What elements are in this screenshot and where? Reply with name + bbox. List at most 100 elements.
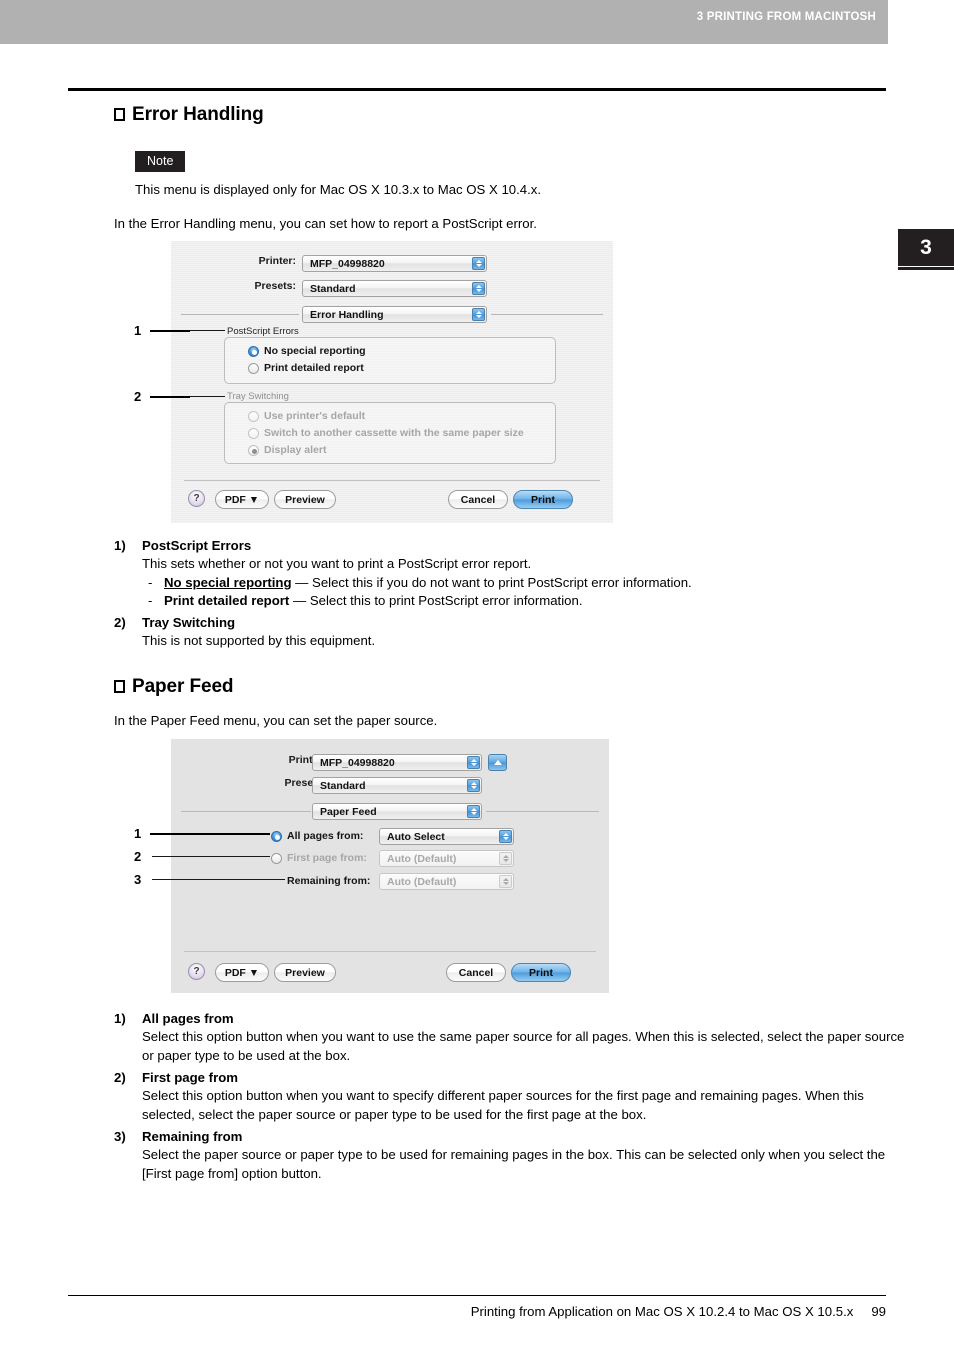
list-title: First page from <box>142 1070 238 1085</box>
heading-paper-feed-label: Paper Feed <box>132 676 234 697</box>
presets-popup[interactable]: Standard <box>312 777 482 794</box>
help-button[interactable]: ? <box>188 490 205 507</box>
print-button-label: Print <box>531 493 555 506</box>
list-body: This sets whether or not you want to pri… <box>142 555 902 611</box>
radio-label: Switch to another cassette with the same… <box>264 427 524 439</box>
sub-dash: - <box>148 593 153 608</box>
callout-number-3: 3 <box>134 872 142 887</box>
pdf-button[interactable]: PDF ▼ <box>215 963 269 982</box>
error-handling-intro: In the Error Handling menu, you can set … <box>114 216 537 231</box>
radio-icon-selected[interactable] <box>271 830 282 842</box>
callout-number-2: 2 <box>134 849 142 864</box>
callout-line-1 <box>150 833 270 835</box>
stepper-icon <box>499 875 512 888</box>
presets-popup[interactable]: Standard <box>302 280 487 297</box>
dialog-divider <box>184 951 596 952</box>
help-button-label: ? <box>193 966 200 977</box>
radio-icon-disabled <box>248 410 259 422</box>
preview-button[interactable]: Preview <box>274 963 336 982</box>
printer-popup[interactable]: MFP_04998820 <box>312 754 482 771</box>
dialog-divider <box>184 480 600 481</box>
group-title-tray-switching: Tray Switching <box>227 391 289 402</box>
radio-label: No special reporting <box>264 345 366 357</box>
group-title-postscript-errors: PostScript Errors <box>227 326 299 337</box>
stepper-icon[interactable] <box>499 830 512 843</box>
stepper-icon[interactable] <box>472 308 485 321</box>
stepper-icon[interactable] <box>472 257 485 270</box>
cancel-button[interactable]: Cancel <box>448 490 508 509</box>
triangle-up-icon <box>493 760 502 765</box>
help-button[interactable]: ? <box>188 963 205 980</box>
radio-use-printers-default: Use printer's default <box>248 410 365 422</box>
help-button-label: ? <box>193 493 200 504</box>
pdf-button[interactable]: PDF ▼ <box>215 490 269 509</box>
print-button[interactable]: Print <box>511 963 571 982</box>
radio-label: Print detailed report <box>264 362 364 374</box>
pdf-button-label: PDF ▼ <box>224 966 260 979</box>
sub-rest: — Select this to print PostScript error … <box>289 593 583 608</box>
print-dialog-error-handling[interactable]: Printer: MFP_04998820 Presets: Standard … <box>171 241 613 523</box>
list-body-text: This is not supported by this equipment. <box>142 633 376 648</box>
all-pages-source-popup[interactable]: Auto Select <box>379 828 514 845</box>
list-title: PostScript Errors <box>142 538 252 553</box>
chapter-thumb-tab: 3 <box>898 229 954 266</box>
callout-number-1: 1 <box>134 826 142 841</box>
print-dialog-paper-feed[interactable]: Printer: MFP_04998820 Presets: Standard … <box>171 739 609 993</box>
callout-number-2: 2 <box>134 389 142 404</box>
remaining-source-value: Auto (Default) <box>387 875 457 888</box>
cancel-button[interactable]: Cancel <box>446 963 506 982</box>
note-text: This menu is displayed only for Mac OS X… <box>135 182 542 197</box>
stepper-icon[interactable] <box>467 756 480 769</box>
pane-popup[interactable]: Error Handling <box>302 306 487 323</box>
radio-display-alert: Display alert <box>248 444 326 456</box>
callout-line-2 <box>152 856 270 857</box>
list-number: 1) <box>114 538 126 553</box>
heading-error-handling: Error Handling <box>114 104 264 126</box>
heading-error-handling-label: Error Handling <box>132 104 264 125</box>
radio-all-pages-from[interactable]: All pages from: <box>271 830 363 842</box>
stepper-icon <box>499 852 512 865</box>
section-top-rule <box>68 88 886 91</box>
pane-popup-value: Paper Feed <box>320 805 377 818</box>
chapter-thumb-tab-rule <box>898 267 954 270</box>
page-running-header: 3 PRINTING FROM MACINTOSH <box>0 0 888 44</box>
list-body: Select this option button when you want … <box>142 1088 864 1122</box>
pdf-button-label: PDF ▼ <box>224 493 260 506</box>
print-button[interactable]: Print <box>513 490 573 509</box>
radio-switch-to-another-cassette: Switch to another cassette with the same… <box>248 427 524 439</box>
radio-icon[interactable] <box>248 362 259 374</box>
presets-popup-value: Standard <box>320 779 366 792</box>
pane-rule-left <box>181 314 299 315</box>
printer-popup-value: MFP_04998820 <box>320 756 395 769</box>
stepper-icon[interactable] <box>472 282 485 295</box>
callout-line-1 <box>150 330 190 332</box>
preview-button[interactable]: Preview <box>274 490 336 509</box>
preview-button-label: Preview <box>285 966 325 979</box>
callout-line-1-thin <box>190 330 225 331</box>
radio-label: Use printer's default <box>264 410 366 422</box>
page-number: 99 <box>871 1304 886 1319</box>
note-badge-label: Note <box>147 154 174 168</box>
list-number: 2) <box>114 615 126 630</box>
presets-label: Presets: <box>284 777 326 789</box>
collapse-disclosure-button[interactable] <box>488 754 507 771</box>
pane-popup[interactable]: Paper Feed <box>312 803 482 820</box>
stepper-icon[interactable] <box>467 779 480 792</box>
footer-title: Printing from Application on Mac OS X 10… <box>470 1304 854 1319</box>
stepper-icon[interactable] <box>467 805 480 818</box>
radio-first-page-from[interactable]: First page from: <box>271 852 367 864</box>
radio-label: Display alert <box>264 444 327 456</box>
printer-label: Printer: <box>258 255 296 267</box>
radio-icon[interactable] <box>271 852 282 864</box>
presets-label: Presets: <box>254 280 296 292</box>
cancel-button-label: Cancel <box>458 966 494 979</box>
printer-popup[interactable]: MFP_04998820 <box>302 255 487 272</box>
row-label-remaining-from: Remaining from: <box>287 875 371 887</box>
radio-no-special-reporting[interactable]: No special reporting <box>248 345 366 357</box>
pane-rule-left <box>181 811 311 812</box>
radio-icon-selected[interactable] <box>248 345 259 357</box>
printer-label: Printer: <box>288 754 326 766</box>
radio-print-detailed-report[interactable]: Print detailed report <box>248 362 364 374</box>
radio-icon-disabled-selected <box>248 444 259 456</box>
sub-term: No special reporting <box>164 574 292 590</box>
